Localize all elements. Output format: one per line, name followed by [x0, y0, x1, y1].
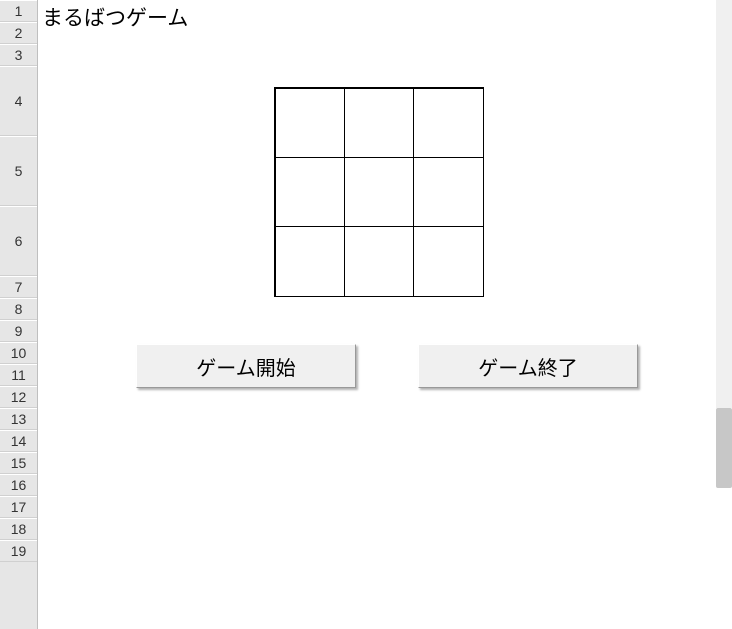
page-title: まるばつゲーム [42, 2, 188, 32]
game-cell-8[interactable] [344, 226, 414, 296]
row-header-17[interactable]: 17 [0, 496, 37, 518]
button-row: ゲーム開始 ゲーム終了 [136, 344, 638, 388]
worksheet-content: まるばつゲーム ゲーム開始 ゲーム終了 [38, 0, 732, 629]
scrollbar-track[interactable] [716, 0, 732, 408]
row-header-15[interactable]: 15 [0, 452, 37, 474]
row-header-4[interactable]: 4 [0, 66, 37, 136]
row-header-9[interactable]: 9 [0, 320, 37, 342]
start-button[interactable]: ゲーム開始 [136, 344, 356, 388]
row-header-14[interactable]: 14 [0, 430, 37, 452]
row-header-10[interactable]: 10 [0, 342, 37, 364]
row-header-16[interactable]: 16 [0, 474, 37, 496]
end-button[interactable]: ゲーム終了 [418, 344, 638, 388]
game-cell-3[interactable] [413, 88, 483, 158]
row-header-3[interactable]: 3 [0, 44, 37, 66]
game-cell-5[interactable] [344, 157, 414, 227]
game-board [274, 87, 484, 297]
row-header-13[interactable]: 13 [0, 408, 37, 430]
game-cell-1[interactable] [275, 88, 345, 158]
row-header-1[interactable]: 1 [0, 0, 37, 22]
game-cell-9[interactable] [413, 226, 483, 296]
row-header-6[interactable]: 6 [0, 206, 37, 276]
scrollbar-thumb[interactable] [716, 408, 732, 488]
row-header-18[interactable]: 18 [0, 518, 37, 540]
row-header-5[interactable]: 5 [0, 136, 37, 206]
game-cell-7[interactable] [275, 226, 345, 296]
game-cell-6[interactable] [413, 157, 483, 227]
row-header-19[interactable]: 19 [0, 540, 37, 562]
row-header-8[interactable]: 8 [0, 298, 37, 320]
row-header-2[interactable]: 2 [0, 22, 37, 44]
game-cell-4[interactable] [275, 157, 345, 227]
row-header-column: 12345678910111213141516171819 [0, 0, 38, 629]
row-header-11[interactable]: 11 [0, 364, 37, 386]
row-header-7[interactable]: 7 [0, 276, 37, 298]
game-cell-2[interactable] [344, 88, 414, 158]
row-header-12[interactable]: 12 [0, 386, 37, 408]
